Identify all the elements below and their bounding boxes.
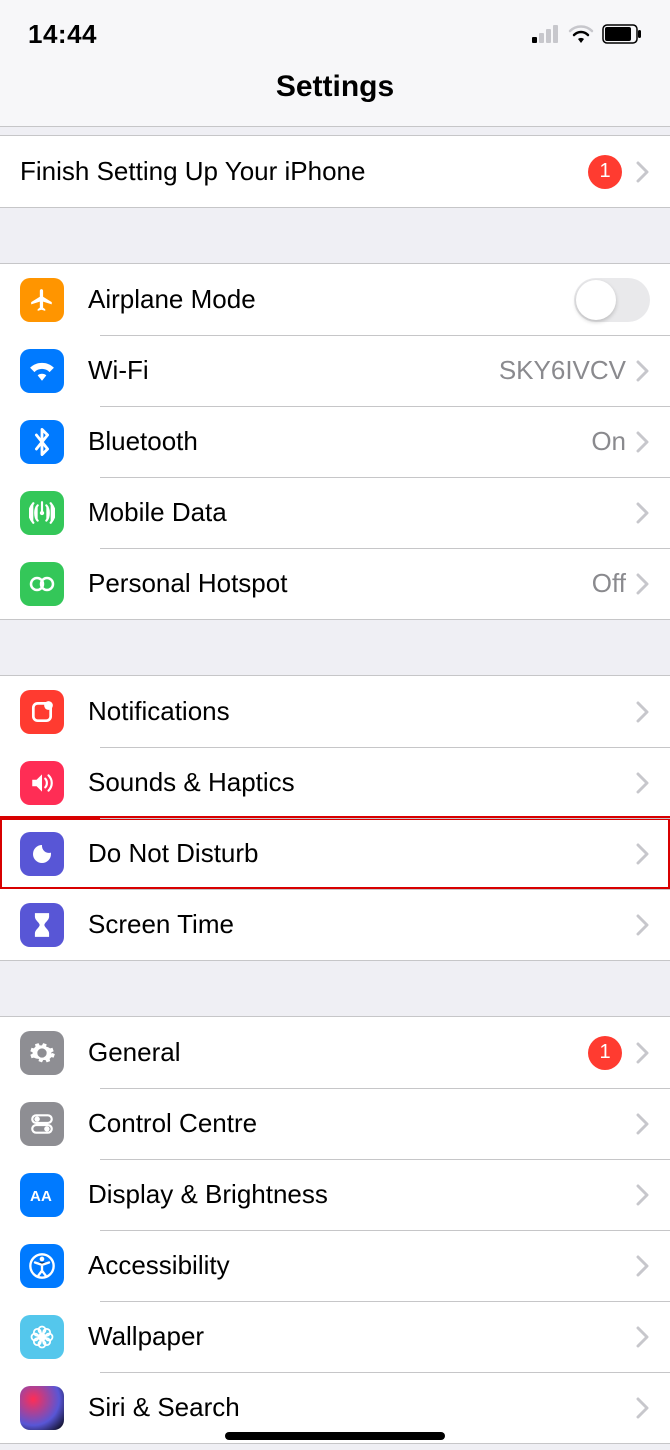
general-badge: 1 xyxy=(588,1036,622,1070)
control-centre-row[interactable]: Control Centre xyxy=(0,1088,670,1159)
bluetooth-value: On xyxy=(591,426,626,457)
hotspot-icon xyxy=(20,562,64,606)
chevron-icon xyxy=(636,161,650,183)
status-time: 14:44 xyxy=(28,19,97,50)
wifi-status-icon xyxy=(568,24,594,44)
notifications-icon xyxy=(20,690,64,734)
display-row[interactable]: AA Display & Brightness xyxy=(0,1159,670,1230)
status-bar: 14:44 xyxy=(0,0,670,60)
chevron-icon xyxy=(636,1397,650,1419)
sounds-label: Sounds & Haptics xyxy=(88,767,636,798)
alerts-group: Notifications Sounds & Haptics Do Not Di… xyxy=(0,675,670,961)
chevron-icon xyxy=(636,1113,650,1135)
siri-label: Siri & Search xyxy=(88,1392,636,1423)
accessibility-row[interactable]: Accessibility xyxy=(0,1230,670,1301)
wallpaper-icon xyxy=(20,1315,64,1359)
wifi-label: Wi-Fi xyxy=(88,355,499,386)
control-label: Control Centre xyxy=(88,1108,636,1139)
display-icon: AA xyxy=(20,1173,64,1217)
mobile-data-row[interactable]: Mobile Data xyxy=(0,477,670,548)
wallpaper-label: Wallpaper xyxy=(88,1321,636,1352)
bluetooth-row[interactable]: Bluetooth On xyxy=(0,406,670,477)
accessibility-icon xyxy=(20,1244,64,1288)
svg-text:A: A xyxy=(30,1188,41,1205)
airplane-switch[interactable] xyxy=(574,278,650,322)
accessibility-label: Accessibility xyxy=(88,1250,636,1281)
wifi-icon xyxy=(20,349,64,393)
page-title: Settings xyxy=(0,70,670,104)
system-group: General 1 Control Centre AA Display & Br… xyxy=(0,1016,670,1444)
setup-badge: 1 xyxy=(588,155,622,189)
wallpaper-row[interactable]: Wallpaper xyxy=(0,1301,670,1372)
chevron-icon xyxy=(636,573,650,595)
screentime-label: Screen Time xyxy=(88,909,636,940)
siri-icon xyxy=(20,1386,64,1430)
sounds-row[interactable]: Sounds & Haptics xyxy=(0,747,670,818)
control-centre-icon xyxy=(20,1102,64,1146)
screen-time-row[interactable]: Screen Time xyxy=(0,889,670,960)
hotspot-row[interactable]: Personal Hotspot Off xyxy=(0,548,670,619)
finish-setup-row[interactable]: Finish Setting Up Your iPhone 1 xyxy=(0,136,670,207)
hotspot-label: Personal Hotspot xyxy=(88,568,592,599)
svg-text:A: A xyxy=(41,1188,52,1205)
hotspot-value: Off xyxy=(592,568,626,599)
home-indicator[interactable] xyxy=(225,1432,445,1440)
notifications-label: Notifications xyxy=(88,696,636,727)
bluetooth-icon xyxy=(20,420,64,464)
mobile-data-icon xyxy=(20,491,64,535)
sounds-icon xyxy=(20,761,64,805)
dnd-label: Do Not Disturb xyxy=(88,838,636,869)
airplane-mode-row[interactable]: Airplane Mode xyxy=(0,264,670,335)
chevron-icon xyxy=(636,1326,650,1348)
gear-icon xyxy=(20,1031,64,1075)
chevron-icon xyxy=(636,360,650,382)
notifications-row[interactable]: Notifications xyxy=(0,676,670,747)
chevron-icon xyxy=(636,914,650,936)
hourglass-icon xyxy=(20,903,64,947)
chevron-icon xyxy=(636,1042,650,1064)
airplane-icon xyxy=(20,278,64,322)
page-header: Settings xyxy=(0,60,670,127)
chevron-icon xyxy=(636,1255,650,1277)
wifi-row[interactable]: Wi-Fi SKY6IVCV xyxy=(0,335,670,406)
chevron-icon xyxy=(636,843,650,865)
display-label: Display & Brightness xyxy=(88,1179,636,1210)
general-row[interactable]: General 1 xyxy=(0,1017,670,1088)
chevron-icon xyxy=(636,502,650,524)
finish-setup-label: Finish Setting Up Your iPhone xyxy=(20,156,588,187)
general-label: General xyxy=(88,1037,588,1068)
moon-icon xyxy=(20,832,64,876)
do-not-disturb-row[interactable]: Do Not Disturb xyxy=(0,818,670,889)
setup-group: Finish Setting Up Your iPhone 1 xyxy=(0,135,670,208)
bluetooth-label: Bluetooth xyxy=(88,426,591,457)
airplane-label: Airplane Mode xyxy=(88,284,574,315)
wifi-value: SKY6IVCV xyxy=(499,355,626,386)
battery-icon xyxy=(602,24,642,44)
connectivity-group: Airplane Mode Wi-Fi SKY6IVCV Bluetooth O… xyxy=(0,263,670,620)
cellular-icon xyxy=(532,25,560,43)
status-icons xyxy=(532,24,642,44)
mobile-data-label: Mobile Data xyxy=(88,497,636,528)
chevron-icon xyxy=(636,1184,650,1206)
chevron-icon xyxy=(636,701,650,723)
chevron-icon xyxy=(636,772,650,794)
chevron-icon xyxy=(636,431,650,453)
